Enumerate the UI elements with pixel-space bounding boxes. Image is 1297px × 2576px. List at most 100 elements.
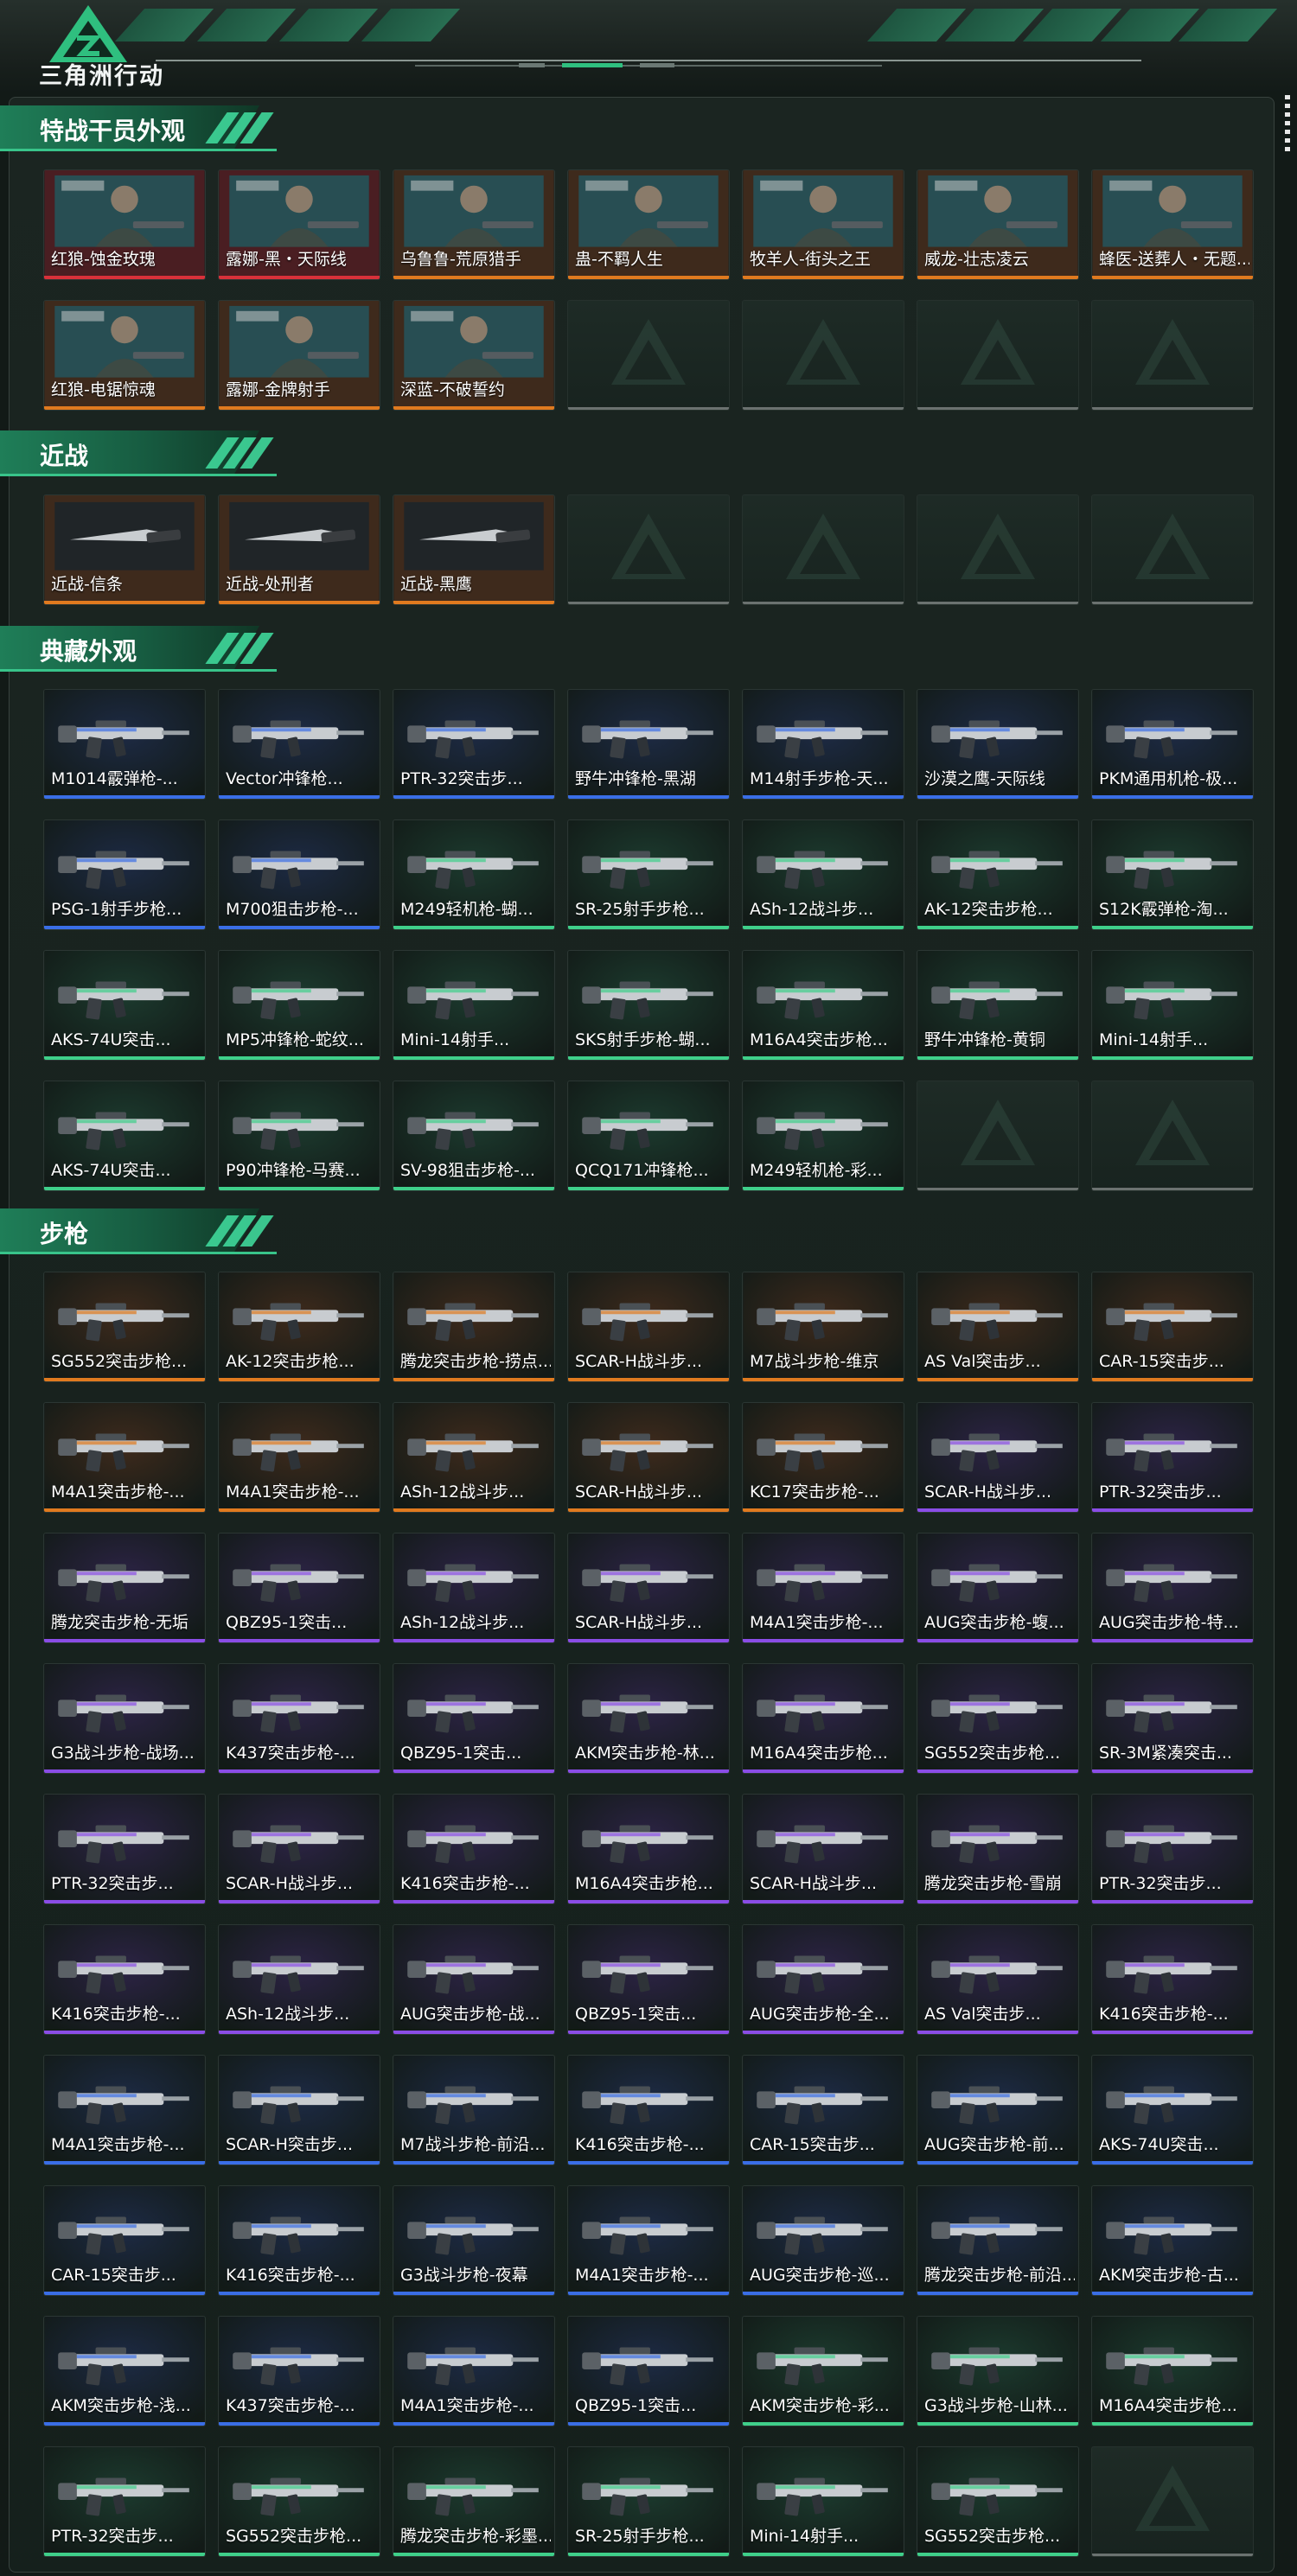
item-tile[interactable]: PKM通用机枪-极... — [1091, 689, 1254, 800]
item-tile[interactable]: AKM突击步枪-浅... — [43, 2316, 206, 2426]
item-tile[interactable]: 蛊-不羁人生 — [567, 169, 730, 280]
item-tile[interactable]: AKM突击步枪-古... — [1091, 2185, 1254, 2296]
item-tile[interactable]: AK-12突击步枪... — [218, 1272, 380, 1382]
item-tile[interactable]: M4A1突击步枪-... — [393, 2316, 555, 2426]
item-tile[interactable]: AUG突击步枪-巡... — [742, 2185, 904, 2296]
item-tile[interactable]: 威龙-壮志凌云 — [917, 169, 1079, 280]
item-tile[interactable]: G3战斗步枪-山林... — [917, 2316, 1079, 2426]
item-tile[interactable]: S12K霰弹枪-淘... — [1091, 819, 1254, 930]
item-tile[interactable]: QBZ95-1突击... — [393, 1663, 555, 1774]
item-tile[interactable]: QCQ171冲锋枪... — [567, 1081, 730, 1191]
item-tile[interactable]: QBZ95-1突击... — [567, 1924, 730, 2035]
item-tile[interactable]: Vector冲锋枪... — [218, 689, 380, 800]
item-tile[interactable]: 牧羊人-街头之王 — [742, 169, 904, 280]
item-tile[interactable]: PTR-32突击步... — [43, 2446, 206, 2557]
item-tile[interactable]: 红狼-电锯惊魂 — [43, 300, 206, 411]
item-tile[interactable]: M4A1突击步枪-... — [567, 2185, 730, 2296]
item-tile[interactable]: 近战-黑鹰 — [393, 494, 555, 605]
item-tile[interactable]: AKS-74U突击... — [43, 1081, 206, 1191]
item-tile[interactable]: ASh-12战斗步... — [393, 1533, 555, 1643]
item-tile[interactable]: M7战斗步枪-维京 — [742, 1272, 904, 1382]
item-tile[interactable]: SG552突击步枪... — [43, 1272, 206, 1382]
item-tile[interactable]: QBZ95-1突击... — [567, 2316, 730, 2426]
item-tile[interactable]: M4A1突击步枪-... — [742, 1533, 904, 1643]
item-tile[interactable]: Mini-14射手... — [393, 950, 555, 1061]
item-tile[interactable]: CAR-15突击步... — [742, 2055, 904, 2165]
item-tile[interactable]: M16A4突击步枪... — [742, 950, 904, 1061]
item-tile[interactable]: CAR-15突击步... — [43, 2185, 206, 2296]
item-tile[interactable]: 近战-信条 — [43, 494, 206, 605]
item-tile[interactable]: 露娜-黑・天际线 — [218, 169, 380, 280]
item-tile[interactable]: Mini-14射手... — [742, 2446, 904, 2557]
item-tile[interactable]: 野牛冲锋枪-黄铜 — [917, 950, 1079, 1061]
item-tile[interactable]: M4A1突击步枪-... — [43, 1402, 206, 1513]
item-tile[interactable]: KC17突击步枪-... — [742, 1402, 904, 1513]
item-tile[interactable]: SCAR-H战斗步... — [567, 1272, 730, 1382]
item-tile[interactable]: 腾龙突击步枪-前沿... — [917, 2185, 1079, 2296]
item-tile[interactable]: M249轻机枪-蝴... — [393, 819, 555, 930]
item-tile[interactable]: 近战-处刑者 — [218, 494, 380, 605]
item-tile[interactable]: 野牛冲锋枪-黑湖 — [567, 689, 730, 800]
item-tile[interactable]: AS Val突击步... — [917, 1272, 1079, 1382]
item-tile[interactable]: M16A4突击步枪... — [567, 1794, 730, 1904]
item-tile[interactable]: SCAR-H战斗步... — [567, 1533, 730, 1643]
item-tile[interactable]: SCAR-H突击步... — [218, 2055, 380, 2165]
item-tile[interactable]: SG552突击步枪... — [917, 1663, 1079, 1774]
item-tile[interactable]: AKM突击步枪-彩... — [742, 2316, 904, 2426]
item-tile[interactable]: SCAR-H战斗步... — [742, 1794, 904, 1904]
item-tile[interactable]: P90冲锋枪-马赛... — [218, 1081, 380, 1191]
item-tile[interactable]: 深蓝-不破誓约 — [393, 300, 555, 411]
item-tile[interactable]: PTR-32突击步... — [393, 689, 555, 800]
item-tile[interactable]: M4A1突击步枪-... — [43, 2055, 206, 2165]
item-tile[interactable]: PTR-32突击步... — [1091, 1402, 1254, 1513]
item-tile[interactable]: M14射手步枪-天... — [742, 689, 904, 800]
item-tile[interactable]: M249轻机枪-彩... — [742, 1081, 904, 1191]
item-tile[interactable]: G3战斗步枪-夜幕 — [393, 2185, 555, 2296]
item-tile[interactable]: K416突击步枪-... — [567, 2055, 730, 2165]
item-tile[interactable]: M700狙击步枪-... — [218, 819, 380, 930]
item-tile[interactable]: CAR-15突击步... — [1091, 1272, 1254, 1382]
item-tile[interactable]: 腾龙突击步枪-彩墨... — [393, 2446, 555, 2557]
item-tile[interactable]: QBZ95-1突击... — [218, 1533, 380, 1643]
item-tile[interactable]: M4A1突击步枪-... — [218, 1402, 380, 1513]
item-tile[interactable]: AK-12突击步枪... — [917, 819, 1079, 930]
item-tile[interactable]: 乌鲁鲁-荒原猎手 — [393, 169, 555, 280]
item-tile[interactable]: 腾龙突击步枪-雪崩 — [917, 1794, 1079, 1904]
item-tile[interactable]: MP5冲锋枪-蛇纹... — [218, 950, 380, 1061]
item-tile[interactable]: SR-3M紧凑突击... — [1091, 1663, 1254, 1774]
item-tile[interactable]: K416突击步枪-... — [43, 1924, 206, 2035]
item-tile[interactable]: 红狼-蚀金玫瑰 — [43, 169, 206, 280]
item-tile[interactable]: 腾龙突击步枪-无垢 — [43, 1533, 206, 1643]
item-tile[interactable]: PSG-1射手步枪... — [43, 819, 206, 930]
item-tile[interactable]: Mini-14射手... — [1091, 950, 1254, 1061]
item-tile[interactable]: M1014霰弹枪-... — [43, 689, 206, 800]
item-tile[interactable]: M16A4突击步枪... — [1091, 2316, 1254, 2426]
item-tile[interactable]: PTR-32突击步... — [1091, 1794, 1254, 1904]
item-tile[interactable]: G3战斗步枪-战场... — [43, 1663, 206, 1774]
item-tile[interactable]: K437突击步枪-... — [218, 2316, 380, 2426]
item-tile[interactable]: AKS-74U突击... — [43, 950, 206, 1061]
item-tile[interactable]: K416突击步枪-... — [218, 2185, 380, 2296]
item-tile[interactable]: AUG突击步枪-全... — [742, 1924, 904, 2035]
item-tile[interactable]: AUG突击步枪-特... — [1091, 1533, 1254, 1643]
scrollbar-indicator[interactable] — [1285, 95, 1290, 156]
item-tile[interactable]: AUG突击步枪-蝮... — [917, 1533, 1079, 1643]
item-tile[interactable]: SCAR-H战斗步... — [917, 1402, 1079, 1513]
item-tile[interactable]: AUG突击步枪-战... — [393, 1924, 555, 2035]
item-tile[interactable]: ASh-12战斗步... — [393, 1402, 555, 1513]
item-tile[interactable]: SR-25射手步枪... — [567, 819, 730, 930]
item-tile[interactable]: PTR-32突击步... — [43, 1794, 206, 1904]
item-tile[interactable]: M16A4突击步枪... — [742, 1663, 904, 1774]
item-tile[interactable]: K416突击步枪-... — [1091, 1924, 1254, 2035]
item-tile[interactable]: SG552突击步枪... — [218, 2446, 380, 2557]
item-tile[interactable]: SV-98狙击步枪-... — [393, 1081, 555, 1191]
item-tile[interactable]: SCAR-H战斗步... — [218, 1794, 380, 1904]
item-tile[interactable]: SCAR-H战斗步... — [567, 1402, 730, 1513]
item-tile[interactable]: ASh-12战斗步... — [218, 1924, 380, 2035]
item-tile[interactable]: K437突击步枪-... — [218, 1663, 380, 1774]
item-tile[interactable]: ASh-12战斗步... — [742, 819, 904, 930]
item-tile[interactable]: 腾龙突击步枪-捞点... — [393, 1272, 555, 1382]
item-tile[interactable]: SG552突击步枪... — [917, 2446, 1079, 2557]
item-tile[interactable]: AKM突击步枪-林... — [567, 1663, 730, 1774]
item-tile[interactable]: 蜂医-送葬人・无题... — [1091, 169, 1254, 280]
